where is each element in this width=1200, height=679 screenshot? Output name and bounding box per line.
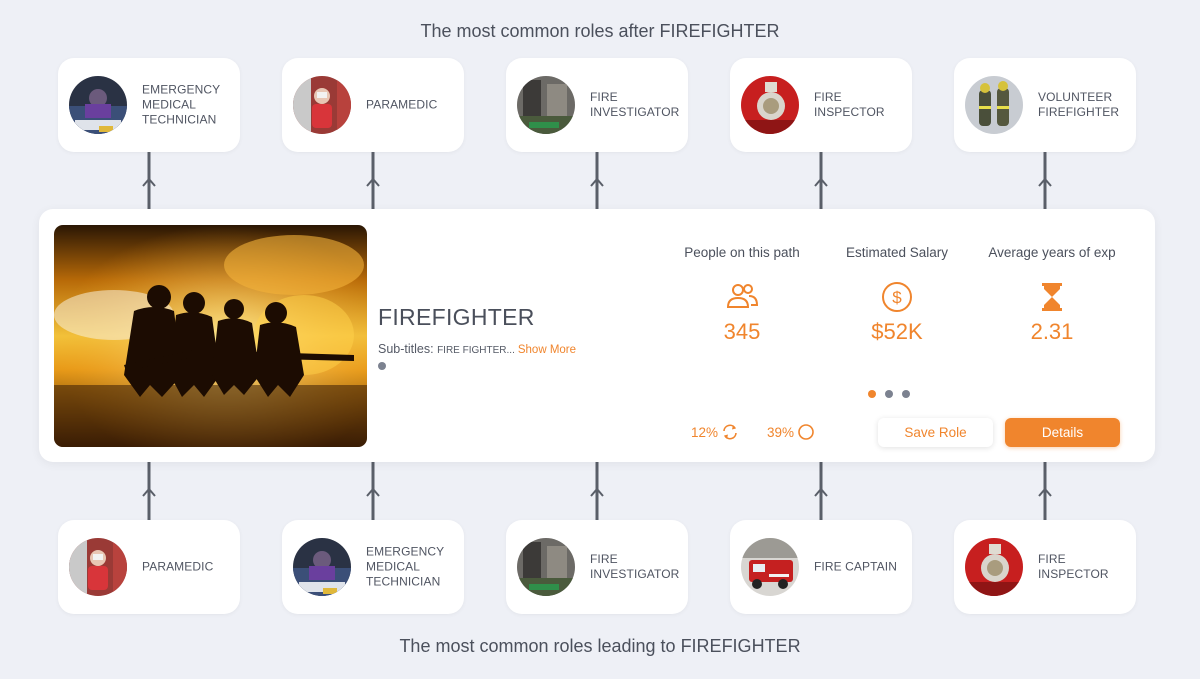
hourglass-icon — [1042, 283, 1062, 311]
role-avatar — [293, 538, 351, 596]
role-avatar — [69, 76, 127, 134]
previous-connectors — [142, 462, 1052, 521]
previous-role-card-fire-investigator[interactable]: FIRE INVESTIGATOR — [506, 520, 688, 614]
next-roles-heading: The most common roles after FIREFIGHTER — [420, 21, 780, 41]
role-label: FIRE INSPECTOR — [814, 90, 885, 119]
role-avatar — [965, 538, 1023, 596]
metric-value: 12% — [691, 424, 719, 440]
previous-role-card-fire-inspector[interactable]: FIRE INSPECTOR — [954, 520, 1136, 614]
role-subtitles: Sub-titles: FIRE FIGHTER... Show More — [378, 342, 576, 356]
next-role-card-fire-investigator[interactable]: FIRE INVESTIGATOR — [506, 58, 688, 152]
role-avatar — [965, 76, 1023, 134]
metric-return-rate: 12% — [691, 423, 739, 441]
role-avatar — [517, 538, 575, 596]
stat-value: $52K — [871, 319, 923, 344]
role-avatar — [741, 538, 799, 596]
stat-experience: Average years of exp 2.31 — [977, 245, 1127, 345]
carousel-dot-1[interactable] — [868, 390, 876, 398]
carousel-dot-2[interactable] — [885, 390, 893, 398]
subtitles-value: FIRE FIGHTER... — [437, 345, 515, 356]
role-avatar — [293, 76, 351, 134]
role-label: VOLUNTEER FIREFIGHTER — [1038, 90, 1120, 119]
stat-people: People on this path 345 — [667, 245, 817, 345]
refresh-icon — [723, 424, 737, 440]
people-icon — [726, 284, 759, 308]
stats-carousel-dots — [868, 390, 910, 398]
next-connectors — [142, 152, 1052, 210]
stat-label: Estimated Salary — [845, 245, 949, 260]
role-avatar — [517, 76, 575, 134]
role-label: PARAMEDIC — [142, 559, 214, 574]
previous-role-card-fire-captain[interactable]: FIRE CAPTAIN — [730, 520, 912, 614]
metric-value: 39% — [767, 424, 795, 440]
dollar-icon: $ — [882, 282, 912, 312]
show-more-link[interactable]: Show More — [518, 344, 576, 356]
role-hero-image — [54, 225, 367, 447]
subtitle-indicator-dot — [378, 362, 386, 370]
carousel-dot-3[interactable] — [902, 390, 910, 398]
previous-role-card-emt[interactable]: EMERGENCY MEDICAL TECHNICIAN — [282, 520, 464, 614]
save-role-button[interactable]: Save Role — [878, 418, 993, 447]
next-roles-row: EMERGENCY MEDICAL TECHNICIAN PARAMEDIC F… — [0, 58, 1200, 152]
stat-label: Average years of exp — [988, 245, 1116, 260]
role-label: FIRE INVESTIGATOR — [590, 552, 680, 581]
next-role-card-volunteer-firefighter[interactable]: VOLUNTEER FIREFIGHTER — [954, 58, 1136, 152]
role-avatar — [741, 76, 799, 134]
role-label: FIRE INSPECTOR — [1038, 552, 1109, 581]
stat-value: 2.31 — [1030, 319, 1074, 344]
role-label: FIRE CAPTAIN — [814, 559, 897, 574]
role-label: PARAMEDIC — [366, 97, 438, 112]
svg-text:$: $ — [892, 288, 902, 307]
stat-salary: Estimated Salary $ $52K — [822, 245, 972, 345]
previous-role-card-paramedic[interactable]: PARAMEDIC — [58, 520, 240, 614]
previous-roles-row: PARAMEDIC EMERGENCY MEDICAL TECHNICIAN F… — [0, 520, 1200, 614]
details-button[interactable]: Details — [1005, 418, 1120, 447]
metric-completion: 39% — [767, 423, 815, 441]
next-role-card-fire-inspector[interactable]: FIRE INSPECTOR — [730, 58, 912, 152]
stat-label: People on this path — [684, 245, 800, 260]
role-label: FIRE INVESTIGATOR — [590, 90, 680, 119]
next-role-card-emt[interactable]: EMERGENCY MEDICAL TECHNICIAN — [58, 58, 240, 152]
circle-icon — [798, 424, 814, 440]
role-avatar — [69, 538, 127, 596]
stat-value: 345 — [723, 319, 761, 344]
next-role-card-paramedic[interactable]: PARAMEDIC — [282, 58, 464, 152]
role-title: FIREFIGHTER — [378, 304, 535, 330]
previous-roles-heading: The most common roles leading to FIREFIG… — [399, 636, 801, 656]
current-role-card: FIREFIGHTER Sub-titles: FIRE FIGHTER... S… — [39, 209, 1155, 462]
role-label: EMERGENCY MEDICAL TECHNICIAN — [366, 544, 445, 589]
role-label: EMERGENCY MEDICAL TECHNICIAN — [142, 82, 221, 127]
subtitles-label: Sub-titles: — [378, 342, 434, 356]
